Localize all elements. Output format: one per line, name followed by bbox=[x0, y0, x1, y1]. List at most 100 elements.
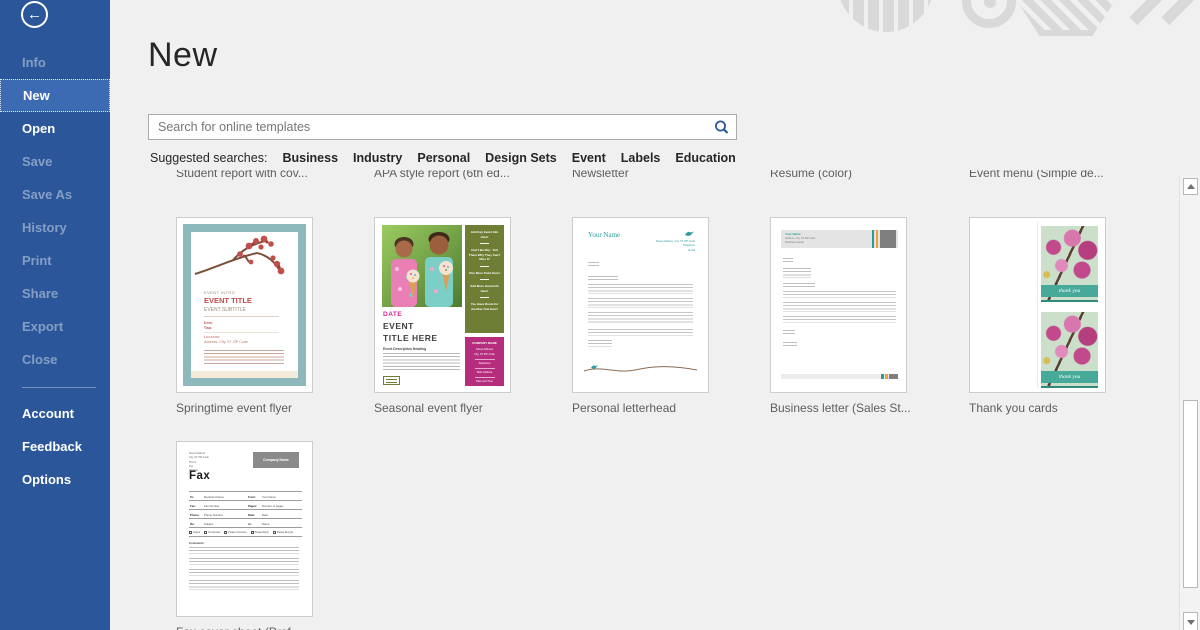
field-value: Fax Number bbox=[204, 504, 220, 508]
field-label: Phone: bbox=[190, 513, 200, 517]
letter-paragraph bbox=[588, 312, 693, 325]
letter-date-line bbox=[588, 262, 599, 266]
flyer-green-sidebar: Add Key Event Info Here! Don't Be Shy - … bbox=[465, 225, 504, 333]
field-label: To: bbox=[190, 495, 195, 499]
sidebar-item-new[interactable]: New bbox=[0, 79, 110, 112]
field-value: Number of pages bbox=[262, 504, 284, 508]
left-arrow-icon: ← bbox=[27, 6, 42, 23]
suggested-term-business[interactable]: Business bbox=[282, 151, 338, 165]
page-title: New bbox=[148, 36, 218, 74]
template-label-resume-color[interactable]: Resume (color) bbox=[770, 170, 950, 180]
dash-separator bbox=[480, 265, 489, 267]
flyer-divider bbox=[204, 316, 279, 317]
checkbox-item: Urgent bbox=[189, 531, 200, 534]
scrollbar-thumb[interactable] bbox=[1183, 400, 1198, 588]
template-thumbnail-personal-letterhead[interactable]: Your Name Street Address, City, ST ZIP C… bbox=[572, 217, 709, 393]
template-label-thank-you-cards[interactable]: Thank you cards bbox=[969, 401, 1159, 415]
checkbox-label: For Review bbox=[208, 531, 221, 534]
template-label-seasonal-event-flyer[interactable]: Seasonal event flyer bbox=[374, 401, 564, 415]
checkbox-icon bbox=[204, 531, 208, 534]
checkbox-item: Please Reply bbox=[250, 531, 269, 534]
template-label-springtime-event-flyer[interactable]: Springtime event flyer bbox=[176, 401, 366, 415]
letterhead-contact-lines: Street Address, City, ST ZIP Code Teleph… bbox=[656, 240, 695, 253]
suggested-term-industry[interactable]: Industry bbox=[353, 151, 402, 165]
letter-paragraph bbox=[783, 316, 896, 323]
field-value: Name bbox=[262, 522, 270, 526]
template-thumbnail-springtime-event-flyer[interactable]: EVENT INTRO EVENT TITLE EVENT SUBTITLE D… bbox=[176, 217, 313, 393]
flyer-event-title: EVENT TITLE bbox=[204, 296, 252, 305]
template-label-newsletter[interactable]: Newsletter bbox=[572, 170, 752, 180]
letter-recipient-lines bbox=[783, 268, 811, 278]
flyer-teal-frame: EVENT INTRO EVENT TITLE EVENT SUBTITLE D… bbox=[183, 224, 306, 386]
sidebar-item-open[interactable]: Open bbox=[0, 112, 110, 145]
up-arrow-icon bbox=[1186, 184, 1195, 189]
sidebar-block-2: Don't Be Shy - Tell Them Why They Can't … bbox=[468, 248, 501, 261]
teal-stripe bbox=[871, 230, 874, 248]
letter-contact-line: Telephone Email bbox=[785, 241, 804, 244]
scroll-up-button[interactable] bbox=[1183, 178, 1198, 195]
template-label-student-report[interactable]: Student report with cov... bbox=[176, 170, 356, 180]
checkbox-label: Please Reply bbox=[254, 531, 269, 534]
template-label-personal-letterhead[interactable]: Personal letterhead bbox=[572, 401, 762, 415]
sidebar-item-account[interactable]: Account bbox=[0, 397, 110, 430]
back-arrow-button[interactable]: ← bbox=[21, 1, 48, 28]
orange-stripe bbox=[875, 230, 878, 248]
suggested-term-design-sets[interactable]: Design Sets bbox=[485, 151, 557, 165]
sidebar-item-save-as: Save As bbox=[22, 187, 73, 202]
field-label: From: bbox=[248, 495, 256, 499]
template-label-event-menu[interactable]: Event menu (Simple de... bbox=[969, 170, 1149, 180]
vertical-scrollbar[interactable] bbox=[1179, 176, 1200, 630]
sidebar-item-save: Save bbox=[22, 154, 53, 169]
flyer-body-text-lines bbox=[383, 353, 460, 372]
backstage-sidebar: ← Info New Open Save Save As History Pri… bbox=[0, 0, 110, 630]
field-label: Date: bbox=[248, 513, 255, 517]
fax-comments-label: Comments: bbox=[189, 541, 205, 545]
checkbox-item: Please Comment bbox=[224, 531, 247, 534]
letterhead-your-name: Your Name bbox=[588, 231, 621, 239]
sidebar-block-1: Add Key Event Info Here! bbox=[470, 230, 499, 239]
letter-signature-line bbox=[783, 342, 797, 346]
suggested-term-labels[interactable]: Labels bbox=[621, 151, 661, 165]
template-thumbnail-business-letter[interactable]: Your Name Address, City, ST ZIP Code Tel… bbox=[770, 217, 907, 393]
cherry-blossom-branch-graphic bbox=[194, 235, 285, 275]
flyer-date: DATE bbox=[383, 311, 403, 318]
template-thumbnail-thank-you-cards[interactable]: thank you thank you bbox=[969, 217, 1106, 393]
fax-checkbox-row: Urgent For Review Please Comment Please … bbox=[189, 529, 302, 537]
flyer-event-subtitle: EVENT SUBTITLE bbox=[204, 307, 246, 313]
suggested-term-personal[interactable]: Personal bbox=[417, 151, 470, 165]
sender-line: City, ST ZIP Code bbox=[189, 456, 209, 460]
template-thumbnail-fax-cover-sheet[interactable]: Street Address City, ST ZIP Code Phone F… bbox=[176, 441, 313, 617]
template-thumbnail-seasonal-event-flyer[interactable]: Add Key Event Info Here! Don't Be Shy - … bbox=[374, 217, 511, 393]
letter-paragraph bbox=[783, 302, 896, 312]
company-name: COMPANY NAME bbox=[472, 341, 497, 345]
company-line: Street Address bbox=[475, 347, 493, 351]
search-input[interactable] bbox=[149, 115, 736, 139]
sidebar-nav: Info New Open Save Save As History Print… bbox=[0, 46, 110, 496]
suggested-term-event[interactable]: Event bbox=[572, 151, 606, 165]
fax-row: To: Recipient Name From: Your Name bbox=[189, 492, 302, 501]
template-label-apa-report[interactable]: APA style report (6th ed... bbox=[374, 170, 554, 180]
template-label-fax-cover-sheet[interactable]: Fax cover sheet (Prof... bbox=[176, 625, 366, 630]
dash-separator bbox=[480, 297, 489, 298]
sidebar-item-options[interactable]: Options bbox=[0, 463, 110, 496]
company-line: Date and Time bbox=[476, 380, 493, 383]
flyer-address: Address, City, ST ZIP Code bbox=[204, 340, 248, 344]
field-value: Phone Number bbox=[204, 513, 223, 517]
letter-paragraph bbox=[588, 329, 693, 336]
contact-line-3: Email bbox=[688, 248, 696, 252]
scroll-down-button[interactable] bbox=[1183, 612, 1198, 630]
flyer-event-intro: EVENT INTRO bbox=[204, 290, 236, 295]
decorative-striped-circle bbox=[838, 0, 934, 32]
field-value: Recipient Name bbox=[204, 495, 224, 499]
suggested-term-education[interactable]: Education bbox=[675, 151, 735, 165]
thank-you-card-photo: thank you bbox=[1041, 312, 1098, 388]
sidebar-item-feedback[interactable]: Feedback bbox=[0, 430, 110, 463]
template-label-business-letter[interactable]: Business letter (Sales St... bbox=[770, 401, 960, 415]
suggested-label: Suggested searches: bbox=[150, 151, 268, 165]
fax-row: Re: Subject cc: Name bbox=[189, 519, 302, 528]
down-arrow-icon bbox=[1186, 619, 1195, 625]
card-bottom-strip bbox=[1041, 300, 1098, 302]
flyer-logo-box bbox=[383, 376, 400, 385]
fax-paragraph bbox=[189, 580, 299, 590]
search-button[interactable] bbox=[712, 118, 732, 136]
